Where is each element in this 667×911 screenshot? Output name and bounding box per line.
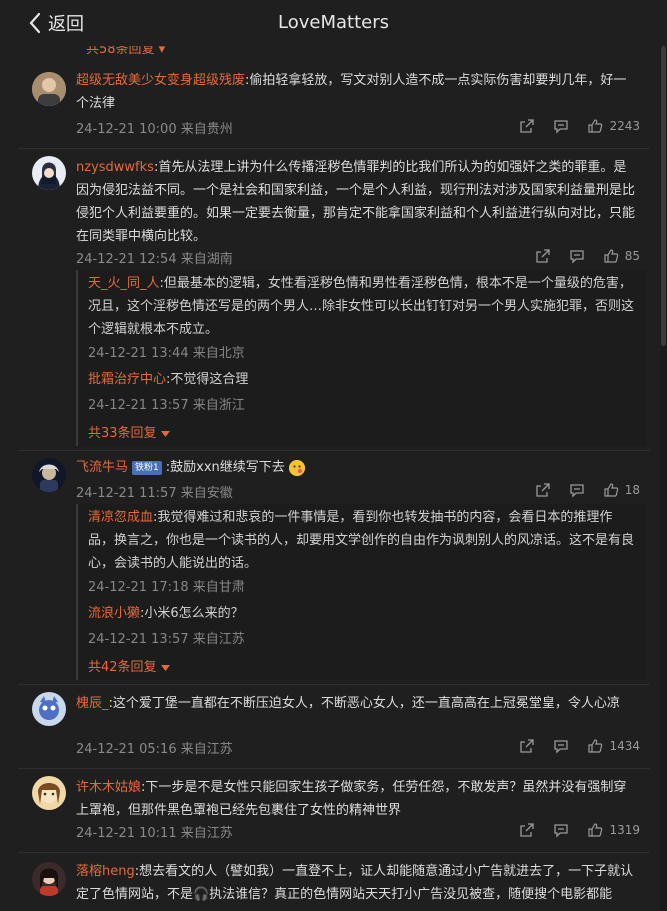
comment-text: 超级无敌美少女变身超级残废:偷拍轻拿轻放，写文对别人造不成一点实际伤害却要判几年… xyxy=(76,73,627,111)
comment-actions: 18 xyxy=(535,482,640,498)
reply-username[interactable]: 天_火_同_人 xyxy=(88,276,160,291)
reply-text: 流浪小獭:小米6怎么来的？ xyxy=(88,606,244,621)
thumbs-up-icon xyxy=(604,483,618,497)
comment-icon xyxy=(570,250,584,264)
comment-text: 落榕heng:想去看文的人（譬如我）一直登不上，证人却能随意通过小广告就进去了，… xyxy=(76,864,634,902)
share-button[interactable] xyxy=(519,822,535,838)
reply-username[interactable]: 清凉忽成血 xyxy=(88,510,153,525)
caret-down-icon xyxy=(160,430,170,437)
reply-block: 天_火_同_人:但最基本的逻辑，女性看淫秽色情和男性看淫秽色情，根本不是一个量级… xyxy=(76,270,646,446)
comment-text: 槐辰_:这个爱丁堡一直都在不断压迫女人，不断恶心女人，还一直高高在上冠冕堂皇，令… xyxy=(76,696,620,711)
page-title: LoveMatters xyxy=(278,12,389,33)
comment-meta: 24-12-21 05:16 来自江苏 xyxy=(76,742,233,757)
fan-badge: 铁粉1 xyxy=(132,460,162,475)
comment-icon xyxy=(554,120,569,134)
thumbs-up-icon xyxy=(604,249,618,263)
avatar[interactable] xyxy=(32,776,66,810)
comment-actions: 85 xyxy=(535,248,640,264)
thumbs-up-icon xyxy=(588,119,603,133)
more-replies-link[interactable]: 共33条回复 xyxy=(88,422,170,441)
reply-username[interactable]: 批霜治疗中心 xyxy=(88,372,166,387)
reply-meta: 24-12-21 17:18 来自甘肃 xyxy=(88,580,245,595)
emoji-icon xyxy=(288,459,305,476)
divider xyxy=(18,852,650,853)
comment-icon xyxy=(570,484,584,498)
share-icon xyxy=(536,249,550,263)
share-icon xyxy=(520,823,535,837)
share-button[interactable] xyxy=(519,118,535,134)
comment-actions: 1434 xyxy=(519,738,640,754)
like-button[interactable]: 2243 xyxy=(587,118,640,134)
comment-list[interactable]: 共58条回复 ▾ 超级无敌美少女变身超级残废:偷拍轻拿轻放，写文对别人造不成一点… xyxy=(0,46,660,911)
comment-meta: 24-12-21 11:57 来自安徽 xyxy=(76,486,233,501)
like-button[interactable]: 85 xyxy=(603,248,640,264)
caret-down-icon xyxy=(160,664,170,671)
share-icon xyxy=(520,739,535,753)
like-button[interactable]: 18 xyxy=(603,482,640,498)
comment-username[interactable]: 许木木姑娘 xyxy=(76,780,141,795)
like-button[interactable]: 1434 xyxy=(587,738,640,754)
share-icon xyxy=(520,119,535,133)
comment-text: 许木木姑娘:下一步是不是女性只能回家生孩子做家务，任劳任怨，不敢发声？虽然并没有… xyxy=(76,780,627,818)
comment-meta: 24-12-21 10:11 来自江苏 xyxy=(76,826,233,841)
comment-username[interactable]: nzysdwwfks xyxy=(76,160,154,175)
more-replies-link[interactable]: 共42条回复 xyxy=(88,656,170,675)
reply-meta: 24-12-21 13:44 来自北京 xyxy=(88,346,245,361)
comment-button[interactable] xyxy=(553,738,569,754)
comment-text: nzysdwwfks:首先从法理上讲为什么传播淫秽色情罪判的比我们所认为的如强奸… xyxy=(76,160,636,244)
more-replies-link-cut[interactable]: 共58条回复 ▾ xyxy=(86,46,165,57)
comment-actions: 1319 xyxy=(519,822,640,838)
comment-meta: 24-12-21 12:54 来自湖南 xyxy=(76,252,233,267)
reply-meta: 24-12-21 13:57 来自江苏 xyxy=(88,632,245,647)
reply-text: 天_火_同_人:但最基本的逻辑，女性看淫秽色情和男性看淫秽色情，根本不是一个量级… xyxy=(88,276,635,337)
comment-button[interactable] xyxy=(569,248,585,264)
divider xyxy=(18,148,650,149)
reply-meta: 24-12-21 13:57 来自浙江 xyxy=(88,398,245,413)
comment-meta: 24-12-21 10:00 来自贵州 xyxy=(76,122,233,137)
avatar[interactable] xyxy=(32,862,66,896)
share-button[interactable] xyxy=(519,738,535,754)
divider xyxy=(18,768,650,769)
comment-username[interactable]: 飞流牛马 xyxy=(76,460,128,475)
scrollbar-thumb[interactable] xyxy=(661,46,666,346)
comment-text: 飞流牛马 铁粉1:鼓励xxn继续写下去 xyxy=(76,456,636,479)
thumbs-up-icon xyxy=(588,739,603,753)
divider xyxy=(18,684,650,685)
top-bar: 返回 LoveMatters xyxy=(0,0,667,46)
like-button[interactable]: 1319 xyxy=(587,822,640,838)
reply-text: 清凉忽成血:我觉得难过和悲哀的一件事情是，看到你也转发抽书的内容，会看日本的推理… xyxy=(88,510,635,571)
comment-button[interactable] xyxy=(569,482,585,498)
comment-icon xyxy=(554,824,569,838)
comment-actions: 2243 xyxy=(519,118,640,134)
thumbs-up-icon xyxy=(588,823,603,837)
share-button[interactable] xyxy=(535,248,551,264)
comment-username[interactable]: 落榕heng xyxy=(76,864,135,879)
comment-icon xyxy=(554,740,569,754)
share-button[interactable] xyxy=(535,482,551,498)
avatar[interactable] xyxy=(32,72,66,106)
avatar[interactable] xyxy=(32,692,66,726)
reply-text: 批霜治疗中心:不觉得这合理 xyxy=(88,372,249,387)
share-icon xyxy=(536,483,550,497)
comment-button[interactable] xyxy=(553,118,569,134)
avatar[interactable] xyxy=(32,458,66,492)
comment-username[interactable]: 超级无敌美少女变身超级残废 xyxy=(76,73,245,88)
avatar[interactable] xyxy=(32,156,66,190)
divider xyxy=(18,450,650,451)
comment-username[interactable]: 槐辰_ xyxy=(76,696,109,711)
reply-block: 清凉忽成血:我觉得难过和悲哀的一件事情是，看到你也转发抽书的内容，会看日本的推理… xyxy=(76,504,646,680)
reply-username[interactable]: 流浪小獭 xyxy=(88,606,140,621)
comment-button[interactable] xyxy=(553,822,569,838)
